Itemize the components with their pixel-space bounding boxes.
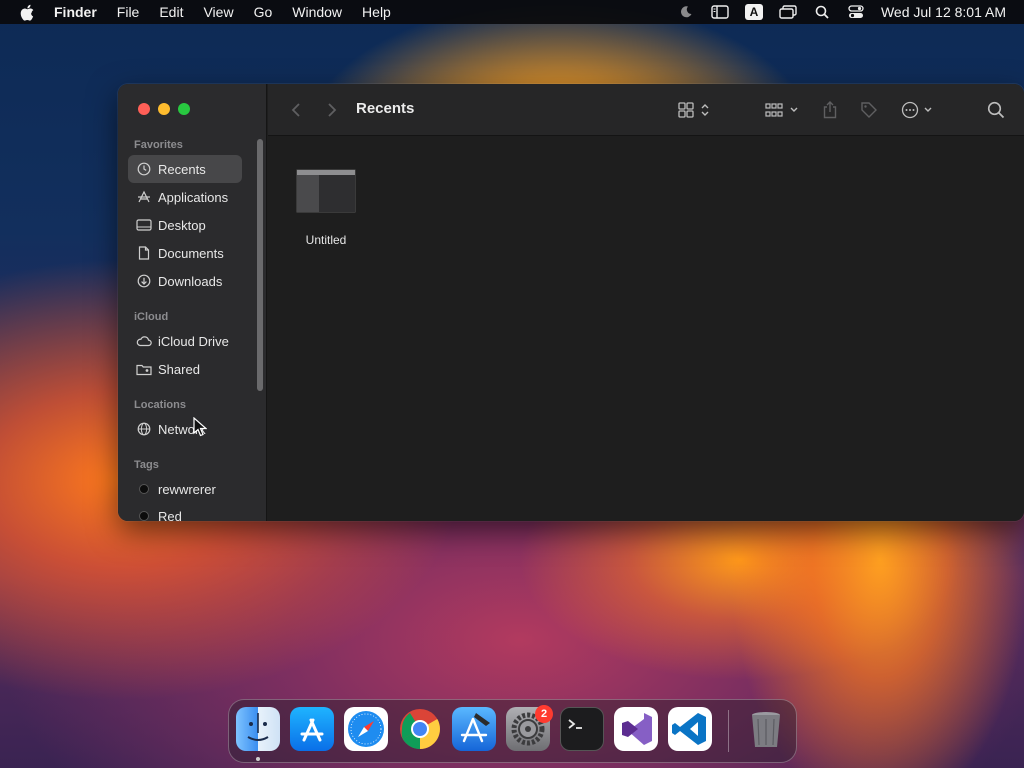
menu-bar: Finder File Edit View Go Window Help A W… <box>0 0 1024 24</box>
sidebar-item-network[interactable]: Network <box>128 415 242 443</box>
share-icon[interactable] <box>820 98 840 122</box>
zoom-button[interactable] <box>178 103 190 115</box>
visual-studio-icon[interactable] <box>614 707 658 751</box>
sidebar-item-label: Applications <box>158 189 229 205</box>
cloud-icon <box>136 333 152 349</box>
apps-icon <box>136 189 152 205</box>
menu-help[interactable]: Help <box>352 0 401 24</box>
trash-icon[interactable] <box>744 707 788 751</box>
input-source-label: A <box>744 4 764 20</box>
sidebar-header-tags: Tags <box>134 459 159 471</box>
download-icon <box>136 273 152 289</box>
finder-sidebar: Favorites Recents Applications Desktop D… <box>118 84 267 521</box>
sidebar-item-applications[interactable]: Applications <box>128 183 242 211</box>
globe-icon <box>136 421 152 437</box>
tag-dot-icon <box>136 508 152 521</box>
sidebar-item-label: iCloud Drive <box>158 333 229 349</box>
status-area: A Wed Jul 12 8:01 AM <box>669 0 1024 24</box>
sidebar-header-icloud: iCloud <box>134 311 169 323</box>
app-store-icon[interactable] <box>290 707 334 751</box>
view-mode-icon-grid[interactable] <box>676 98 714 122</box>
minimize-button[interactable] <box>158 103 170 115</box>
safari-icon[interactable] <box>344 707 388 751</box>
menu-clock[interactable]: Wed Jul 12 8:01 AM <box>873 4 1024 20</box>
sidebar-header-favorites: Favorites <box>134 139 183 151</box>
sidebar-tag-red[interactable]: Red <box>128 502 242 521</box>
sidebar-header-locations: Locations <box>134 399 186 411</box>
window-controls <box>138 103 190 115</box>
vscode-icon[interactable] <box>668 707 712 751</box>
spotlight-search-icon[interactable] <box>805 0 839 24</box>
sidebar-item-label: Documents <box>158 245 224 261</box>
search-icon[interactable] <box>984 98 1008 122</box>
control-center-icon[interactable] <box>839 0 873 24</box>
sidebar-item-label: Downloads <box>158 273 223 289</box>
more-actions-icon[interactable] <box>900 98 938 122</box>
window-thumbnail-icon <box>296 169 356 213</box>
dock: 2 <box>228 699 797 763</box>
finder-icon[interactable] <box>236 707 280 751</box>
sidebar-item-label: Recents <box>158 161 206 177</box>
menu-go[interactable]: Go <box>244 0 283 24</box>
back-button[interactable] <box>286 98 306 122</box>
file-item[interactable]: Untitled <box>292 169 360 247</box>
apple-menu-icon[interactable] <box>0 0 54 24</box>
finder-toolbar: Recents <box>268 84 1024 136</box>
xcode-icon[interactable] <box>452 707 496 751</box>
menu-window[interactable]: Window <box>282 0 352 24</box>
sidebar-item-downloads[interactable]: Downloads <box>128 267 242 295</box>
file-browser-area[interactable]: Untitled <box>268 137 1024 521</box>
tag-icon[interactable] <box>858 98 880 122</box>
forward-button[interactable] <box>322 98 342 122</box>
running-indicator <box>256 757 260 761</box>
sidebar-item-shared[interactable]: Shared <box>128 355 242 383</box>
desktop-icon <box>136 217 152 233</box>
sidebar-tag-rewwrerer[interactable]: rewwrerer <box>128 475 242 503</box>
window-title: Recents <box>356 100 415 117</box>
finder-window: Favorites Recents Applications Desktop D… <box>118 84 1024 521</box>
document-icon <box>136 245 152 261</box>
clock-icon <box>136 161 152 177</box>
input-source-icon[interactable]: A <box>737 0 771 24</box>
sidebar-item-desktop[interactable]: Desktop <box>128 211 242 239</box>
screen-mirroring-icon[interactable] <box>771 0 805 24</box>
sidebar-item-documents[interactable]: Documents <box>128 239 242 267</box>
menu-app-finder[interactable]: Finder <box>54 0 107 24</box>
mouse-cursor-icon <box>193 416 208 442</box>
sidebar-item-label: Shared <box>158 361 200 377</box>
sidebar-item-label: rewwrerer <box>158 481 216 497</box>
group-by-icon[interactable] <box>764 98 802 122</box>
menu-edit[interactable]: Edit <box>149 0 193 24</box>
sidebar-item-icloud-drive[interactable]: iCloud Drive <box>128 327 242 355</box>
sidebar-toggle-icon[interactable] <box>703 0 737 24</box>
focus-moon-icon[interactable] <box>669 0 703 24</box>
sidebar-scrollbar[interactable] <box>257 139 263 391</box>
sidebar-item-recents[interactable]: Recents <box>128 155 242 183</box>
shared-folder-icon <box>136 361 152 377</box>
terminal-icon[interactable] <box>560 707 604 751</box>
notification-badge: 2 <box>535 705 553 723</box>
menu-file[interactable]: File <box>107 0 150 24</box>
dock-separator <box>728 710 729 752</box>
file-name: Untitled <box>305 233 347 247</box>
menu-view[interactable]: View <box>193 0 243 24</box>
chrome-icon[interactable] <box>398 707 442 751</box>
sidebar-item-label: Desktop <box>158 217 206 233</box>
tag-dot-icon <box>136 481 152 497</box>
sidebar-item-label: Red <box>158 508 182 522</box>
close-button[interactable] <box>138 103 150 115</box>
